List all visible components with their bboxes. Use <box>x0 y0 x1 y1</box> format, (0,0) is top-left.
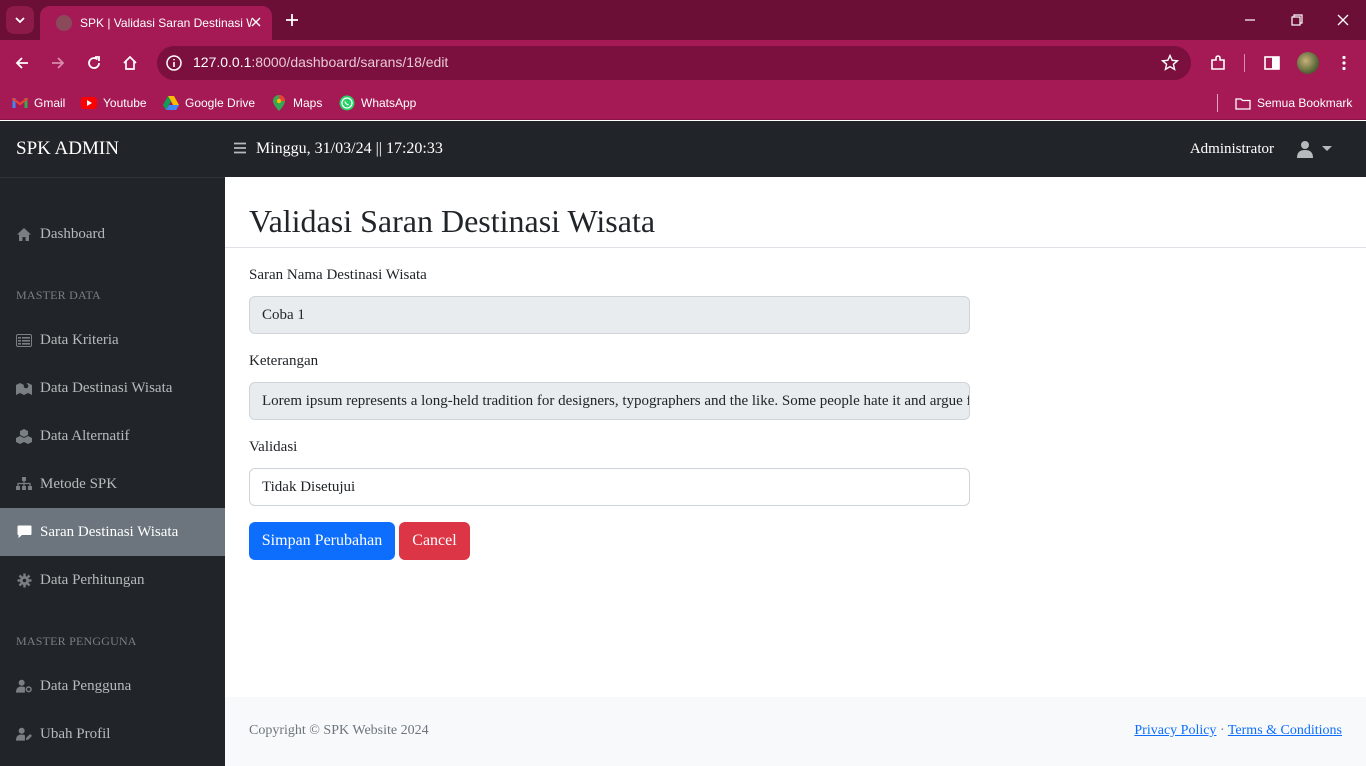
sidebar-item-data-kriteria[interactable]: Data Kriteria <box>0 316 225 364</box>
map-location-icon <box>16 380 32 396</box>
whatsapp-icon <box>339 95 355 111</box>
minimize-icon <box>1245 19 1255 21</box>
active-tab[interactable]: SPK | Validasi Saran Destinasi Wisata <box>40 6 272 40</box>
browser-toolbar: 127.0.0.1:8000/dashboard/sarans/18/edit <box>0 40 1366 86</box>
puzzle-icon <box>1211 55 1225 70</box>
comment-icon <box>16 524 32 540</box>
sidebar-heading-master-data: MASTER DATA <box>16 288 101 302</box>
forward-button[interactable] <box>45 50 71 76</box>
caret-down-icon <box>1322 146 1332 151</box>
app-top-navbar: SPK ADMIN Minggu, 31/03/24 || 17:20:33 A… <box>0 121 1366 177</box>
site-info-icon[interactable] <box>165 54 183 72</box>
bookmark-maps[interactable]: Maps <box>271 93 322 113</box>
home-button[interactable] <box>117 50 143 76</box>
validasi-select[interactable]: Tidak Disetujui <box>249 468 970 506</box>
bookmarks-bar: Gmail Youtube Google Drive Maps WhatsApp… <box>0 86 1366 120</box>
maps-pin-icon <box>271 95 287 111</box>
footer-links: Privacy Policy · Terms & Conditions <box>1134 723 1342 739</box>
profile-button[interactable] <box>1297 52 1319 74</box>
toolbar-divider <box>1244 54 1245 72</box>
close-window-button[interactable] <box>1331 8 1355 32</box>
save-changes-button[interactable]: Simpan Perubahan <box>249 522 395 560</box>
restore-icon <box>1291 14 1303 26</box>
sidebar-item-data-alternatif[interactable]: Data Alternatif <box>0 412 225 460</box>
main-content: Validasi Saran Destinasi Wisata Saran Na… <box>225 177 1366 766</box>
nama-destinasi-field[interactable]: Coba 1 <box>249 296 970 334</box>
browser-tab-bar: SPK | Validasi Saran Destinasi Wisata <box>0 0 1366 40</box>
terms-conditions-link[interactable]: Terms & Conditions <box>1228 723 1342 738</box>
sidebar-item-metode-spk[interactable]: Metode SPK <box>0 460 225 508</box>
side-panel-button[interactable] <box>1261 52 1283 74</box>
footer-separator: · <box>1219 723 1225 738</box>
back-button[interactable] <box>9 50 35 76</box>
cancel-button[interactable]: Cancel <box>399 522 470 560</box>
sidebar-item-data-perhitungan[interactable]: Data Perhitungan <box>0 556 225 604</box>
copyright-text: Copyright © SPK Website 2024 <box>249 723 429 738</box>
plus-icon <box>286 14 298 26</box>
tab-favicon-icon <box>56 15 72 31</box>
home-icon <box>16 226 32 242</box>
current-datetime: Minggu, 31/03/24 || 17:20:33 <box>256 140 443 157</box>
extensions-button[interactable] <box>1207 52 1229 74</box>
sidebar-heading-master-pengguna: MASTER PENGGUNA <box>16 634 137 648</box>
sidebar-item-data-pengguna[interactable]: Data Pengguna <box>0 662 225 710</box>
bookmark-whatsapp[interactable]: WhatsApp <box>339 93 416 113</box>
cubes-icon <box>16 428 32 444</box>
home-icon <box>123 55 137 70</box>
gear-icon <box>16 572 32 588</box>
sidebar: Dashboard MASTER DATA Data Kriteria Data… <box>0 177 225 766</box>
privacy-policy-link[interactable]: Privacy Policy <box>1134 723 1216 738</box>
page-title: Validasi Saran Destinasi Wisata <box>249 203 656 239</box>
sitemap-icon <box>16 476 32 492</box>
sidebar-item-dashboard[interactable]: Dashboard <box>0 210 225 258</box>
footer: Copyright © SPK Website 2024 Privacy Pol… <box>225 697 1366 766</box>
tab-close-icon[interactable] <box>248 14 264 30</box>
more-vertical-icon <box>1342 55 1346 71</box>
tab-title: SPK | Validasi Saran Destinasi Wisata <box>80 16 252 30</box>
all-bookmarks-folder[interactable]: Semua Bookmark <box>1235 93 1352 113</box>
google-drive-icon <box>163 95 179 111</box>
folder-icon <box>1235 95 1251 111</box>
minimize-button[interactable] <box>1238 8 1262 32</box>
user-name: Administrator <box>1189 141 1274 157</box>
sidebar-item-data-destinasi-wisata[interactable]: Data Destinasi Wisata <box>0 364 225 412</box>
arrow-left-icon <box>15 57 28 69</box>
hamburger-menu-icon[interactable] <box>233 141 247 155</box>
new-tab-button[interactable] <box>280 8 304 32</box>
brand-title[interactable]: SPK ADMIN <box>16 138 119 160</box>
reload-button[interactable] <box>81 50 107 76</box>
list-table-icon <box>16 332 32 348</box>
profile-avatar <box>1297 52 1319 74</box>
bookmark-google-drive[interactable]: Google Drive <box>163 93 255 113</box>
sidebar-item-ubah-profil[interactable]: Ubah Profil <box>0 710 225 758</box>
user-dropdown-toggle[interactable] <box>1296 139 1332 159</box>
nama-destinasi-label: Saran Nama Destinasi Wisata <box>249 267 427 283</box>
restore-button[interactable] <box>1285 8 1309 32</box>
sidebar-item-saran-destinasi-wisata[interactable]: Saran Destinasi Wisata <box>0 508 225 556</box>
bookmarks-divider <box>1217 94 1218 112</box>
tab-search-button[interactable] <box>6 6 34 34</box>
close-icon <box>1337 14 1349 26</box>
user-gear-icon <box>16 678 32 694</box>
bookmark-star-icon[interactable] <box>1161 54 1179 72</box>
keterangan-field[interactable]: Lorem ipsum represents a long-held tradi… <box>249 382 970 420</box>
chevron-down-icon <box>15 17 25 24</box>
youtube-icon <box>81 95 97 111</box>
keterangan-label: Keterangan <box>249 353 319 369</box>
bookmark-youtube[interactable]: Youtube <box>81 93 147 113</box>
user-icon <box>1297 141 1313 158</box>
gmail-icon <box>12 95 28 111</box>
browser-menu-button[interactable] <box>1333 52 1355 74</box>
side-panel-icon <box>1264 56 1280 70</box>
title-divider <box>225 247 1366 248</box>
validasi-label: Validasi <box>249 439 298 455</box>
url-text: 127.0.0.1:8000/dashboard/sarans/18/edit <box>193 54 449 70</box>
reload-icon <box>88 56 100 69</box>
arrow-right-icon <box>52 57 65 69</box>
address-bar[interactable]: 127.0.0.1:8000/dashboard/sarans/18/edit <box>157 46 1191 80</box>
user-edit-icon <box>16 726 32 742</box>
bookmark-gmail[interactable]: Gmail <box>12 93 65 113</box>
